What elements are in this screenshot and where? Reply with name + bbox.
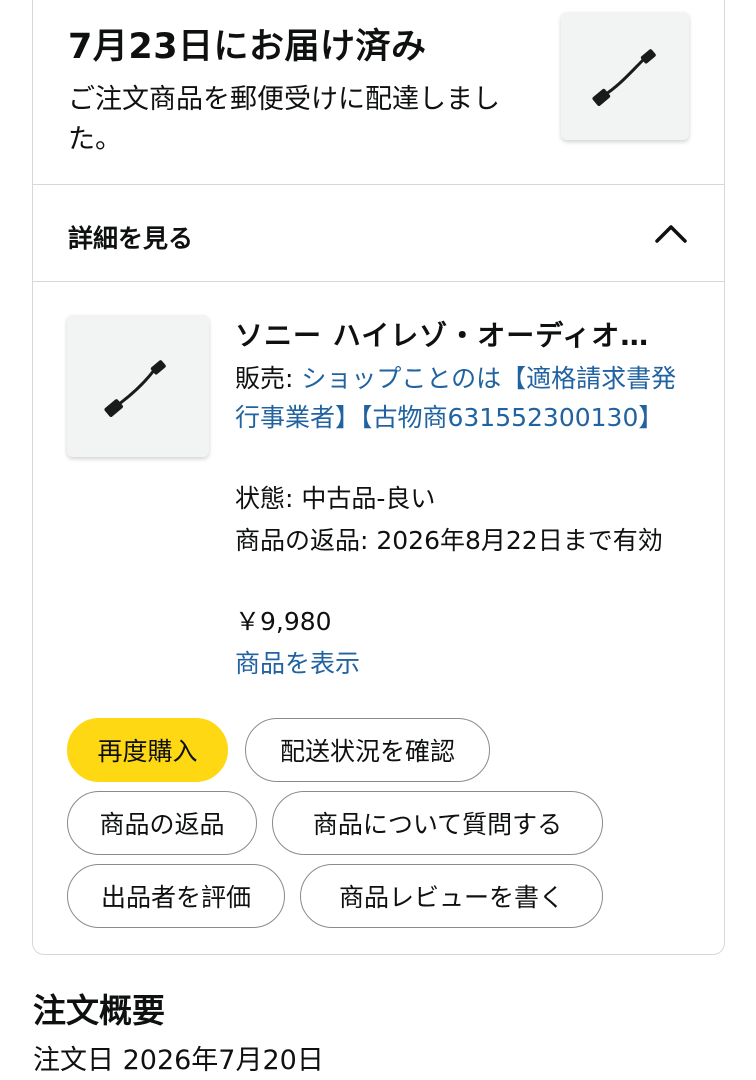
chevron-up-icon: [655, 225, 687, 243]
usb-cable-icon: [104, 360, 166, 417]
delivery-status-title: 7月23日にお届け済み: [68, 27, 427, 67]
return-policy: 商品の返品: 2026年8月22日まで有効: [235, 526, 663, 555]
divider: [32, 281, 725, 282]
buy-again-button[interactable]: 再度購入: [67, 718, 228, 782]
delivered-product-thumbnail[interactable]: [561, 12, 689, 140]
details-label: 詳細を見る: [68, 224, 194, 253]
product-title[interactable]: ソニー ハイレゾ・オーディオ…: [235, 314, 665, 354]
seller-info: 販売: ショップことのは【適格請求書発行事業者】【古物商631552300130…: [235, 360, 680, 437]
item-price: ￥9,980: [235, 607, 332, 636]
order-summary-title: 注文概要: [33, 991, 165, 1030]
product-image[interactable]: [67, 315, 209, 457]
usb-cable-icon: [592, 49, 656, 106]
track-package-button[interactable]: 配送状況を確認: [245, 718, 490, 782]
details-toggle[interactable]: 詳細を見る: [33, 185, 724, 281]
order-date: 注文日 2026年7月20日: [33, 1045, 324, 1076]
seller-prefix: 販売:: [235, 364, 302, 393]
seller-link[interactable]: ショップことのは【適格請求書発行事業者】【古物商631552300130】: [235, 364, 676, 432]
item-condition: 状態: 中古品-良い: [235, 484, 436, 513]
write-review-button[interactable]: 商品レビューを書く: [300, 864, 603, 928]
view-product-link[interactable]: 商品を表示: [235, 649, 360, 678]
rate-seller-button[interactable]: 出品者を評価: [67, 864, 285, 928]
ask-question-button[interactable]: 商品について質問する: [272, 791, 603, 855]
return-item-button[interactable]: 商品の返品: [67, 791, 257, 855]
delivery-status-message: ご注文商品を郵便受けに配達しました。: [68, 84, 500, 155]
